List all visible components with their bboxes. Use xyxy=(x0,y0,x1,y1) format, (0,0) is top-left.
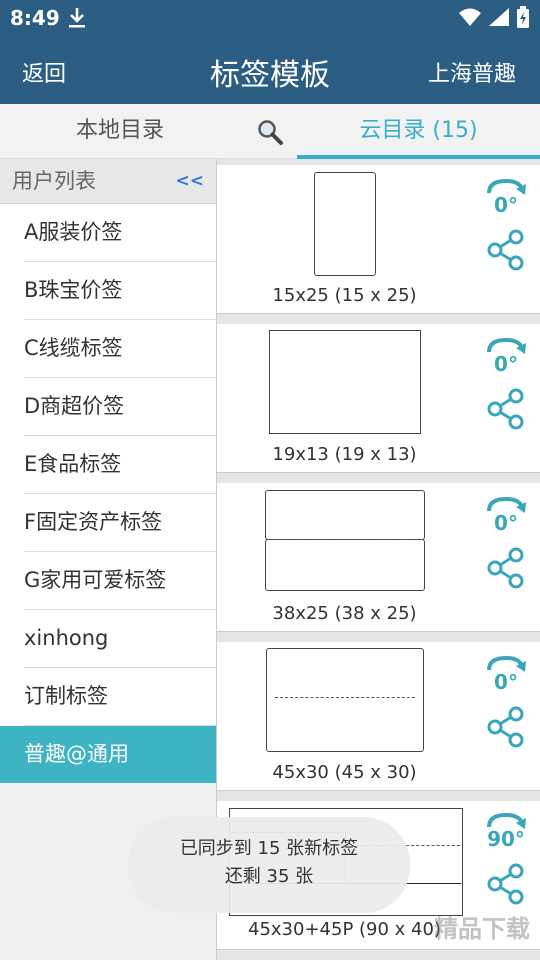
status-icons xyxy=(458,6,530,32)
template-card[interactable]: 45x30 (45 x 30) 0° xyxy=(217,642,540,791)
cut-line xyxy=(275,697,415,698)
template-size: 15x25 (15 x 25) xyxy=(272,285,417,306)
sidebar-item-supermarket[interactable]: D商超价签 xyxy=(0,378,216,436)
template-size: 45x30 (45 x 30) xyxy=(272,762,417,783)
rotate-button[interactable]: 0° xyxy=(485,495,527,545)
share-button[interactable] xyxy=(485,706,525,748)
sidebar-item-apparel[interactable]: A服装价签 xyxy=(0,204,216,262)
rotate-button[interactable]: 90° xyxy=(485,811,527,861)
brand-button[interactable]: 上海普趣 xyxy=(428,56,516,88)
share-button[interactable] xyxy=(485,547,525,589)
label-preview xyxy=(269,330,421,434)
sidebar-item-household[interactable]: G家用可爱标签 xyxy=(0,552,216,610)
tab-cloud-directory[interactable]: 云目录 (15) xyxy=(297,104,540,158)
rotation-value: 0° xyxy=(494,352,518,376)
tab-bar: 本地目录 云目录 (15) xyxy=(0,104,540,159)
rotate-button[interactable]: 0° xyxy=(485,177,527,227)
toast-line-2: 还剩 35 张 xyxy=(224,866,314,887)
rotation-value: 0° xyxy=(494,193,518,217)
template-card[interactable]: 38x25 (38 x 25) 0° xyxy=(217,483,540,632)
share-button[interactable] xyxy=(485,229,525,271)
label-preview xyxy=(266,648,424,752)
cut-line xyxy=(266,539,423,540)
share-icon xyxy=(487,706,524,748)
category-list: A服装价签 B珠宝价签 C线缆标签 D商超价签 E食品标签 F固定资产标签 G家… xyxy=(0,204,216,783)
status-bar: 8:49 xyxy=(0,0,540,36)
toast-line-1: 已同步到 15 张新标签 xyxy=(179,838,359,859)
template-size: 19x13 (19 x 13) xyxy=(272,444,417,465)
share-icon xyxy=(487,229,524,271)
share-button[interactable] xyxy=(485,388,525,430)
rotate-button[interactable]: 0° xyxy=(485,654,527,704)
sidebar-item-xinhong[interactable]: xinhong xyxy=(0,610,216,668)
search-icon[interactable] xyxy=(256,118,284,146)
label-preview xyxy=(265,539,425,591)
template-size: 38x25 (38 x 25) xyxy=(272,603,417,624)
sidebar-item-food[interactable]: E食品标签 xyxy=(0,436,216,494)
sidebar-item-fixed-assets[interactable]: F固定资产标签 xyxy=(0,494,216,552)
template-card[interactable]: 15x25 (15 x 25) 0° xyxy=(217,165,540,314)
sidebar-item-custom[interactable]: 订制标签 xyxy=(0,668,216,726)
sidebar-title: 用户列表 xyxy=(12,169,96,193)
share-icon xyxy=(487,388,524,430)
rotation-value: 0° xyxy=(494,670,518,694)
template-card[interactable]: 19x13 (19 x 13) 0° xyxy=(217,324,540,473)
sidebar-header: 用户列表 << xyxy=(0,159,216,204)
rotation-value: 0° xyxy=(494,511,518,535)
sidebar-item-puqu-general[interactable]: 普趣@通用 xyxy=(0,726,216,783)
wifi-icon xyxy=(458,7,482,31)
sync-toast: 已同步到 15 张新标签 还剩 35 张 xyxy=(128,817,410,913)
collapse-button[interactable]: << xyxy=(176,159,205,203)
share-icon xyxy=(487,547,524,589)
status-time: 8:49 xyxy=(10,6,60,30)
tab-local-directory[interactable]: 本地目录 xyxy=(0,104,240,158)
sidebar-item-cable[interactable]: C线缆标签 xyxy=(0,320,216,378)
app-bar: 返回 标签模板 上海普趣 xyxy=(0,36,540,104)
download-icon xyxy=(66,6,88,34)
rotation-value: 90° xyxy=(487,827,525,851)
label-preview xyxy=(265,490,425,540)
sidebar-item-jewelry[interactable]: B珠宝价签 xyxy=(0,262,216,320)
label-preview xyxy=(314,172,376,276)
share-icon xyxy=(487,863,524,905)
signal-icon xyxy=(488,7,510,31)
share-button[interactable] xyxy=(485,863,525,905)
rotate-button[interactable]: 0° xyxy=(485,336,527,386)
battery-icon xyxy=(516,6,530,32)
watermark: 精品下载 xyxy=(434,915,530,943)
